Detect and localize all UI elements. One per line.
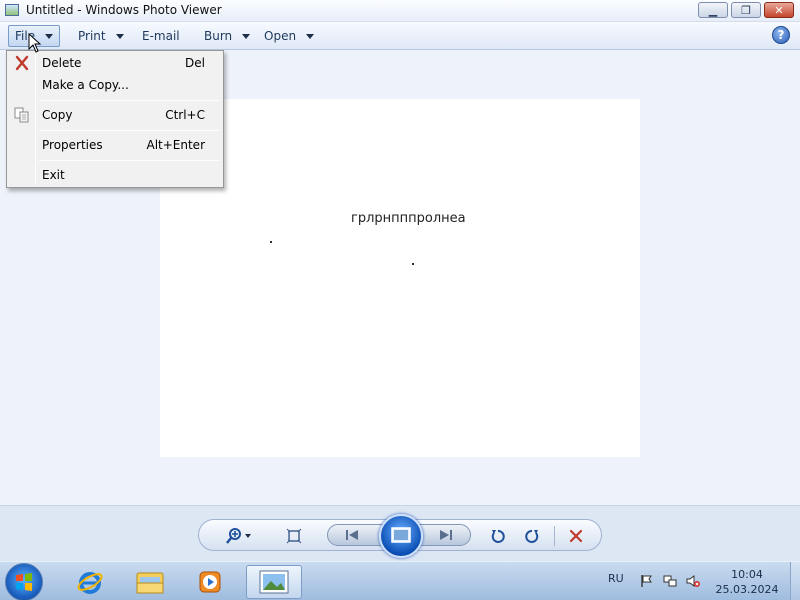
playback-toolbar: [0, 505, 800, 561]
zoom-icon: [226, 528, 251, 544]
menu-item-shortcut: Alt+Enter: [146, 138, 205, 152]
next-icon: [440, 530, 452, 540]
previous-icon: [346, 530, 358, 540]
rotate-cw-icon: [525, 529, 539, 543]
rotate-cw-button[interactable]: [523, 527, 541, 545]
chevron-down-icon: [242, 33, 251, 39]
toolbar-separator: [554, 526, 555, 546]
photo-text: грлрнпппролнеа: [351, 211, 466, 226]
chevron-down-icon: [115, 33, 124, 39]
taskbar-explorer[interactable]: [122, 565, 178, 599]
photo-viewer-icon: [259, 570, 289, 594]
windows-logo-icon: [16, 573, 32, 591]
close-button[interactable]: ✕: [764, 2, 794, 18]
menu-separator: [39, 100, 219, 101]
chevron-down-icon: [306, 33, 315, 39]
title-bar: Untitled - Windows Photo Viewer ▁ ❐ ✕: [0, 0, 800, 22]
email-button[interactable]: E-mail: [136, 25, 186, 47]
explorer-folder-icon: [136, 572, 164, 594]
open-menu-button[interactable]: Open: [258, 25, 320, 47]
action-center-flag-icon[interactable]: [640, 574, 654, 588]
help-button[interactable]: ?: [772, 26, 790, 44]
toolbar-pill: [198, 514, 602, 558]
actual-size-button[interactable]: [285, 527, 303, 545]
taskbar: RU 10:04 25.03.2024: [0, 561, 800, 600]
taskbar-photo-viewer[interactable]: [246, 565, 302, 599]
rotate-ccw-icon: [491, 529, 505, 543]
menu-separator: [39, 130, 219, 131]
system-clock[interactable]: 10:04 25.03.2024: [712, 567, 782, 597]
window-title: Untitled - Windows Photo Viewer: [26, 3, 222, 17]
photo-dot: [412, 263, 414, 265]
delete-icon: [569, 529, 583, 543]
menu-item-label: Copy: [42, 108, 73, 122]
menu-item-delete[interactable]: Delete Del: [9, 52, 221, 74]
maximize-button[interactable]: ❐: [731, 2, 761, 18]
mouse-cursor-icon: [28, 33, 42, 53]
menu-item-shortcut: Del: [185, 56, 205, 70]
print-menu-label: Print: [78, 29, 106, 43]
menu-separator: [39, 160, 219, 161]
file-dropdown-menu: Delete Del Make a Copy... Copy Ctrl+C Pr…: [6, 50, 224, 188]
volume-muted-icon[interactable]: [686, 574, 700, 588]
media-player-icon: [199, 571, 221, 593]
language-indicator[interactable]: RU: [608, 572, 624, 585]
delete-button[interactable]: [567, 527, 585, 545]
menu-item-shortcut: Ctrl+C: [165, 108, 205, 122]
email-label: E-mail: [142, 29, 180, 43]
menu-item-label: Make a Copy...: [42, 78, 129, 92]
menu-item-label: Exit: [42, 168, 65, 182]
show-desktop-button[interactable]: [790, 562, 800, 600]
photo-canvas: грлрнпппролнеа: [160, 99, 640, 457]
chevron-down-icon: [45, 33, 54, 39]
command-bar: File Print E-mail Burn Open ?: [0, 22, 800, 50]
zoom-button[interactable]: [223, 526, 257, 546]
taskbar-internet-explorer[interactable]: [62, 565, 118, 599]
menu-item-label: Delete: [42, 56, 82, 70]
copy-icon: [14, 107, 29, 123]
print-menu-button[interactable]: Print: [72, 25, 130, 47]
menu-item-copy[interactable]: Copy Ctrl+C: [9, 104, 221, 126]
next-button[interactable]: [436, 527, 456, 543]
open-menu-label: Open: [264, 29, 297, 43]
rotate-ccw-button[interactable]: [489, 527, 507, 545]
slideshow-button[interactable]: [379, 514, 423, 558]
clock-time: 10:04: [731, 568, 763, 581]
window-controls: ▁ ❐ ✕: [698, 2, 794, 18]
previous-button[interactable]: [342, 527, 362, 543]
clock-date: 25.03.2024: [715, 583, 779, 596]
minimize-button[interactable]: ▁: [698, 2, 728, 18]
menu-item-label: Properties: [42, 138, 103, 152]
menu-item-exit[interactable]: Exit: [9, 164, 221, 186]
start-button[interactable]: [5, 563, 43, 600]
burn-menu-label: Burn: [204, 29, 233, 43]
photo-viewer-app-icon: [5, 4, 19, 16]
network-icon[interactable]: [663, 574, 677, 588]
photo-dot: [270, 241, 272, 243]
menu-item-properties[interactable]: Properties Alt+Enter: [9, 134, 221, 156]
taskbar-media-player[interactable]: [182, 565, 238, 599]
slideshow-icon: [391, 527, 411, 543]
menu-item-make-a-copy[interactable]: Make a Copy...: [9, 74, 221, 96]
actual-size-icon: [286, 528, 302, 544]
delete-x-icon: [15, 55, 29, 71]
internet-explorer-icon: [77, 572, 103, 594]
burn-menu-button[interactable]: Burn: [198, 25, 256, 47]
